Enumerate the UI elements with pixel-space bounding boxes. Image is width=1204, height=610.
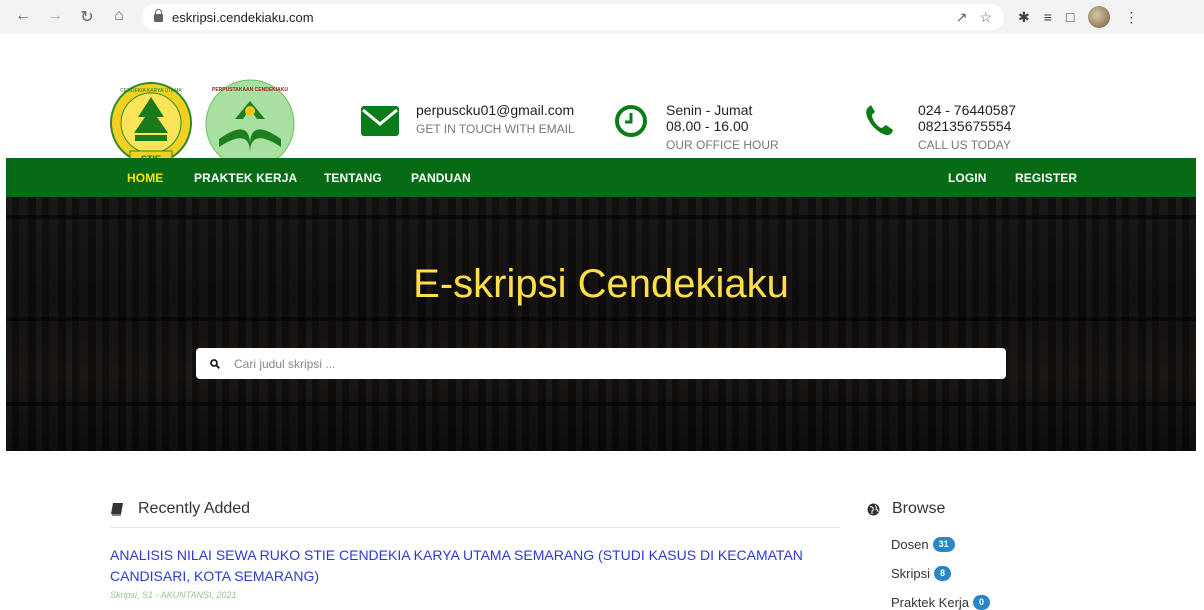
nav-home[interactable]: HOME	[127, 171, 163, 185]
address-bar[interactable]: eskripsi.cendekiaku.com ↗ ☆	[142, 4, 1004, 30]
phone-caption: CALL US TODAY	[918, 138, 1011, 152]
lock-icon	[154, 9, 163, 22]
section-divider	[110, 527, 840, 528]
browse-heading: Browse	[867, 500, 945, 518]
browse-item-skripsi[interactable]: Skripsi 8	[891, 566, 952, 581]
back-arrow-icon[interactable]: ←	[14, 7, 32, 27]
nav-login[interactable]: LOGIN	[948, 171, 987, 185]
browse-title: Browse	[892, 500, 946, 517]
recently-added-heading: Recently Added	[110, 500, 250, 518]
perpustakaan-logo[interactable]: PERPUSTAKAAN CENDEKIAKU	[205, 79, 295, 169]
browse-item-label: Skripsi	[891, 566, 931, 581]
search-box[interactable]	[196, 348, 1006, 379]
browser-toolbar: ← → ↻ ⌂ eskripsi.cendekiaku.com ↗ ☆ ✱ ≡ …	[0, 0, 1204, 34]
logo-ring-text: CENDEKIA KARYA UTAMA	[120, 88, 182, 94]
extensions-puzzle-icon[interactable]: ✱	[1018, 9, 1030, 26]
nav-register[interactable]: REGISTER	[1015, 171, 1077, 185]
office-days: Senin - Jumat	[666, 102, 753, 118]
logo2-ring-text: PERPUSTAKAAN CENDEKIAKU	[212, 87, 288, 93]
hero-overlay	[6, 197, 1196, 451]
bookmark-star-icon[interactable]: ☆	[979, 9, 992, 26]
office-hour-caption: OUR OFFICE HOUR	[666, 138, 779, 152]
more-menu-icon[interactable]: ⋮	[1124, 9, 1138, 26]
count-badge: 31	[932, 537, 955, 552]
browse-item-label: Dosen	[891, 537, 929, 552]
contact-email-caption: GET IN TOUCH WITH EMAIL	[416, 122, 575, 136]
reading-list-icon[interactable]: ≡	[1044, 9, 1052, 25]
contact-phone: 024 - 76440587 082135675554 CALL US TODA…	[864, 102, 1016, 152]
nav-panduan[interactable]: PANDUAN	[411, 171, 471, 185]
browse-item-dosen[interactable]: Dosen 31	[891, 537, 955, 552]
clock-icon	[615, 105, 647, 137]
profile-avatar[interactable]	[1088, 6, 1111, 28]
forward-arrow-icon[interactable]: →	[46, 7, 64, 27]
phone-number-2[interactable]: 082135675554	[918, 118, 1016, 134]
browser-nav-buttons: ← → ↻ ⌂	[14, 7, 128, 27]
globe-icon	[867, 503, 880, 515]
office-hours: 08.00 - 16.00	[666, 118, 749, 134]
nav-tentang[interactable]: TENTANG	[324, 171, 382, 185]
nav-praktek-kerja[interactable]: PRAKTEK KERJA	[194, 171, 297, 185]
site-header: STIE CENDEKIA KARYA UTAMA PERPUSTAKAAN C…	[0, 34, 1204, 169]
main-navbar: HOME PRAKTEK KERJA TENTANG PANDUAN LOGIN…	[6, 158, 1196, 197]
home-icon[interactable]: ⌂	[110, 7, 128, 27]
contact-email-address[interactable]: perpuscku01@gmail.com	[416, 102, 575, 118]
search-input[interactable]	[232, 355, 936, 372]
share-icon[interactable]: ↗	[956, 9, 968, 26]
phone-icon	[866, 105, 893, 136]
envelope-icon	[361, 106, 399, 136]
phone-number-1[interactable]: 024 - 76440587	[918, 102, 1016, 118]
search-icon	[210, 358, 220, 369]
reload-icon[interactable]: ↻	[78, 7, 96, 27]
skripsi-meta: Skripsi, S1 - AKUNTANSI, 2021	[110, 590, 237, 600]
count-badge: 8	[934, 566, 952, 581]
url-text: eskripsi.cendekiaku.com	[172, 9, 314, 25]
skripsi-title-link[interactable]: ANALISIS NILAI SEWA RUKO STIE CENDEKIA K…	[110, 545, 840, 587]
side-panel-icon[interactable]: □	[1066, 9, 1074, 25]
contact-email: perpuscku01@gmail.com GET IN TOUCH WITH …	[360, 102, 575, 139]
hero-banner: E-skripsi Cendekiaku	[6, 197, 1196, 451]
recently-added-title: Recently Added	[138, 500, 251, 517]
hero-title: E-skripsi Cendekiaku	[413, 262, 789, 306]
contact-office-hour: Senin - Jumat 08.00 - 16.00 OUR OFFICE H…	[614, 102, 779, 152]
book-icon	[111, 503, 123, 516]
